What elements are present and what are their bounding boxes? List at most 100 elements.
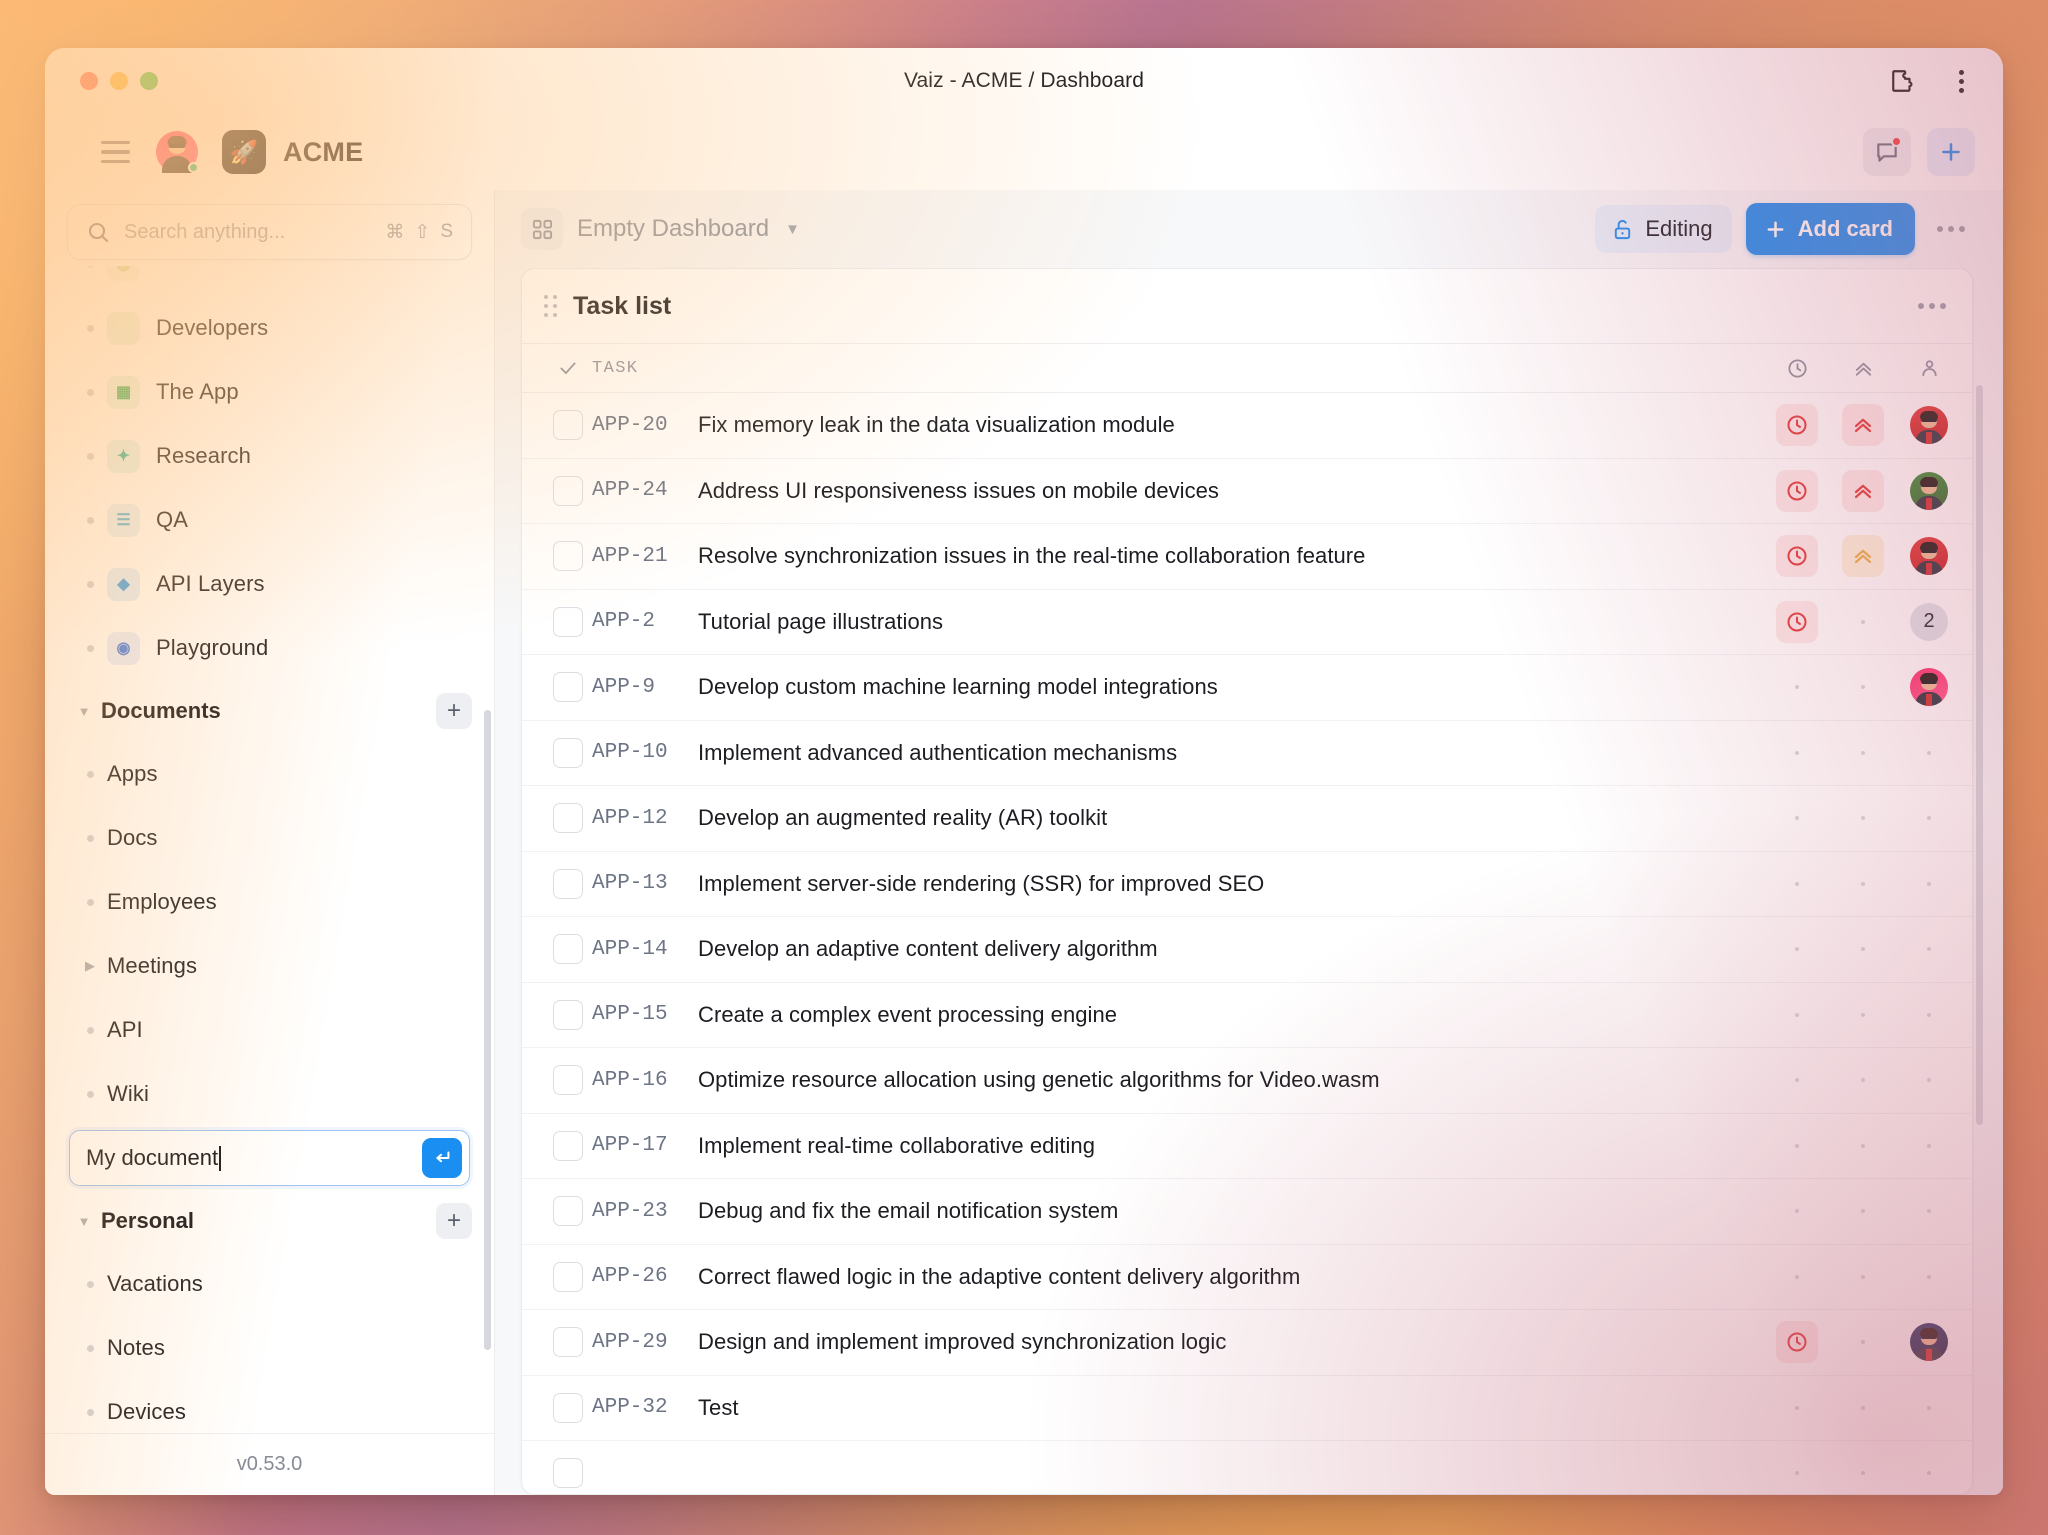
sidebar-item-api-layers[interactable]: ◆ API Layers bbox=[67, 552, 472, 616]
assignee-empty[interactable] bbox=[1927, 750, 1931, 755]
org-name[interactable]: ACME bbox=[283, 137, 363, 168]
priority-badge-high[interactable] bbox=[1842, 469, 1884, 512]
table-row[interactable]: APP-14 Develop an adaptive content deliv… bbox=[522, 917, 1972, 983]
priority-empty[interactable] bbox=[1861, 1340, 1865, 1345]
assignee-avatar[interactable] bbox=[1910, 1323, 1948, 1362]
horizontal-kebab-icon[interactable] bbox=[1929, 226, 1973, 232]
row-checkbox[interactable] bbox=[553, 803, 583, 834]
assignee-empty[interactable] bbox=[1927, 881, 1931, 886]
assignee-empty[interactable] bbox=[1927, 1405, 1931, 1410]
sidebar-nav[interactable]: ◍ Developers ▦ The App ✦ Research ☰ QA ◆… bbox=[45, 266, 494, 1433]
assignee-empty[interactable] bbox=[1927, 816, 1931, 821]
assignee-empty[interactable] bbox=[1927, 1274, 1931, 1279]
chevron-down-icon[interactable]: ▼ bbox=[785, 221, 800, 238]
row-checkbox[interactable] bbox=[553, 672, 583, 703]
due-date-badge[interactable] bbox=[1776, 1321, 1818, 1364]
row-checkbox[interactable] bbox=[553, 934, 583, 965]
chevron-down-icon[interactable]: ▼ bbox=[67, 1214, 101, 1229]
due-date-empty[interactable] bbox=[1795, 947, 1799, 952]
row-checkbox[interactable] bbox=[553, 475, 583, 506]
priority-empty[interactable] bbox=[1861, 619, 1865, 624]
avatar[interactable] bbox=[156, 131, 199, 173]
due-date-badge[interactable] bbox=[1776, 404, 1818, 447]
due-date-empty[interactable] bbox=[1795, 1012, 1799, 1017]
sidebar-item-vacations[interactable]: Vacations bbox=[67, 1252, 472, 1316]
row-checkbox[interactable] bbox=[553, 1261, 583, 1292]
dashboard-name[interactable]: Empty Dashboard bbox=[577, 215, 769, 243]
priority-empty[interactable] bbox=[1861, 1471, 1865, 1476]
due-date-badge[interactable] bbox=[1776, 535, 1818, 578]
priority-empty[interactable] bbox=[1861, 816, 1865, 821]
hamburger-menu-icon[interactable] bbox=[101, 140, 130, 164]
assignee-avatar[interactable] bbox=[1910, 471, 1948, 510]
table-row[interactable]: APP-23 Debug and fix the email notificat… bbox=[522, 1179, 1972, 1245]
priority-empty[interactable] bbox=[1861, 1078, 1865, 1083]
assignee-avatar[interactable] bbox=[1910, 406, 1948, 445]
table-row[interactable]: APP-10 Implement advanced authentication… bbox=[522, 720, 1972, 786]
personal-group[interactable]: ▼ Personal + bbox=[67, 1190, 472, 1252]
new-document-input[interactable]: My document bbox=[69, 1130, 470, 1186]
editing-toggle[interactable]: Editing bbox=[1595, 205, 1732, 253]
due-date-badge[interactable] bbox=[1776, 469, 1818, 512]
sidebar-item-apps[interactable]: Apps bbox=[67, 742, 472, 806]
add-card-button[interactable]: Add card bbox=[1745, 203, 1915, 255]
due-date-empty[interactable] bbox=[1795, 816, 1799, 821]
column-header-due[interactable] bbox=[1764, 357, 1830, 380]
row-checkbox[interactable] bbox=[553, 1196, 583, 1227]
sidebar-item-wiki[interactable]: Wiki bbox=[67, 1062, 472, 1126]
assignee-empty[interactable] bbox=[1927, 1078, 1931, 1083]
table-row[interactable]: APP-9 Develop custom machine learning mo… bbox=[522, 655, 1972, 721]
due-date-empty[interactable] bbox=[1795, 881, 1799, 886]
due-date-empty[interactable] bbox=[1795, 750, 1799, 755]
sidebar-item-api[interactable]: API bbox=[67, 998, 472, 1062]
table-row[interactable]: APP-15 Create a complex event processing… bbox=[522, 982, 1972, 1048]
assignee-empty[interactable] bbox=[1927, 1012, 1931, 1017]
assignee-empty[interactable] bbox=[1927, 1143, 1931, 1148]
row-checkbox[interactable] bbox=[553, 1327, 583, 1358]
row-checkbox[interactable] bbox=[553, 737, 583, 768]
close-button[interactable] bbox=[80, 72, 98, 90]
priority-empty[interactable] bbox=[1861, 1209, 1865, 1214]
row-checkbox[interactable] bbox=[553, 1130, 583, 1161]
documents-group[interactable]: ▼ Documents + bbox=[67, 680, 472, 742]
sidebar-item-notes[interactable]: Notes bbox=[67, 1316, 472, 1380]
row-checkbox[interactable] bbox=[553, 1065, 583, 1096]
dashboard-grid-icon[interactable] bbox=[521, 208, 563, 250]
assignee-count[interactable]: 2 bbox=[1910, 602, 1948, 641]
assignee-avatar[interactable] bbox=[1910, 537, 1948, 576]
vertical-kebab-icon[interactable] bbox=[1943, 63, 1979, 99]
enter-return-icon[interactable] bbox=[422, 1138, 462, 1178]
minimize-button[interactable] bbox=[110, 72, 128, 90]
due-date-empty[interactable] bbox=[1795, 1471, 1799, 1476]
drag-handle-icon[interactable] bbox=[544, 295, 557, 317]
due-date-empty[interactable] bbox=[1795, 1405, 1799, 1410]
sidebar-item-partial[interactable]: ◍ bbox=[67, 266, 472, 296]
table-row[interactable] bbox=[522, 1441, 1972, 1494]
sidebar-item-qa[interactable]: ☰ QA bbox=[67, 488, 472, 552]
chat-bubble-icon[interactable] bbox=[1863, 128, 1911, 176]
sidebar-item-meetings[interactable]: ▶ Meetings bbox=[67, 934, 472, 998]
due-date-empty[interactable] bbox=[1795, 1274, 1799, 1279]
add-button[interactable] bbox=[1927, 128, 1975, 176]
add-personal-group-button[interactable]: + bbox=[436, 1203, 472, 1239]
sidebar-item-employees[interactable]: Employees bbox=[67, 870, 472, 934]
due-date-badge[interactable] bbox=[1776, 600, 1818, 643]
due-date-empty[interactable] bbox=[1795, 1143, 1799, 1148]
priority-empty[interactable] bbox=[1861, 881, 1865, 886]
chevron-right-icon[interactable]: ▶ bbox=[73, 958, 107, 974]
check-icon[interactable] bbox=[544, 358, 592, 378]
add-documents-group-button[interactable]: + bbox=[436, 693, 472, 729]
row-checkbox[interactable] bbox=[553, 868, 583, 899]
chevron-down-icon[interactable]: ▼ bbox=[67, 704, 101, 719]
table-row[interactable]: APP-26 Correct flawed logic in the adapt… bbox=[522, 1244, 1972, 1310]
table-scrollbar[interactable] bbox=[1976, 385, 1983, 1125]
sidebar-item-playground[interactable]: ◉ Playground bbox=[67, 616, 472, 680]
search-input[interactable]: Search anything... ⌘ ⇧ S bbox=[67, 204, 472, 260]
priority-badge-high[interactable] bbox=[1842, 404, 1884, 447]
priority-badge-medium[interactable] bbox=[1842, 535, 1884, 578]
priority-empty[interactable] bbox=[1861, 750, 1865, 755]
due-date-empty[interactable] bbox=[1795, 685, 1799, 690]
table-row[interactable]: APP-32 Test bbox=[522, 1375, 1972, 1441]
assignee-empty[interactable] bbox=[1927, 1209, 1931, 1214]
row-checkbox[interactable] bbox=[553, 606, 583, 637]
